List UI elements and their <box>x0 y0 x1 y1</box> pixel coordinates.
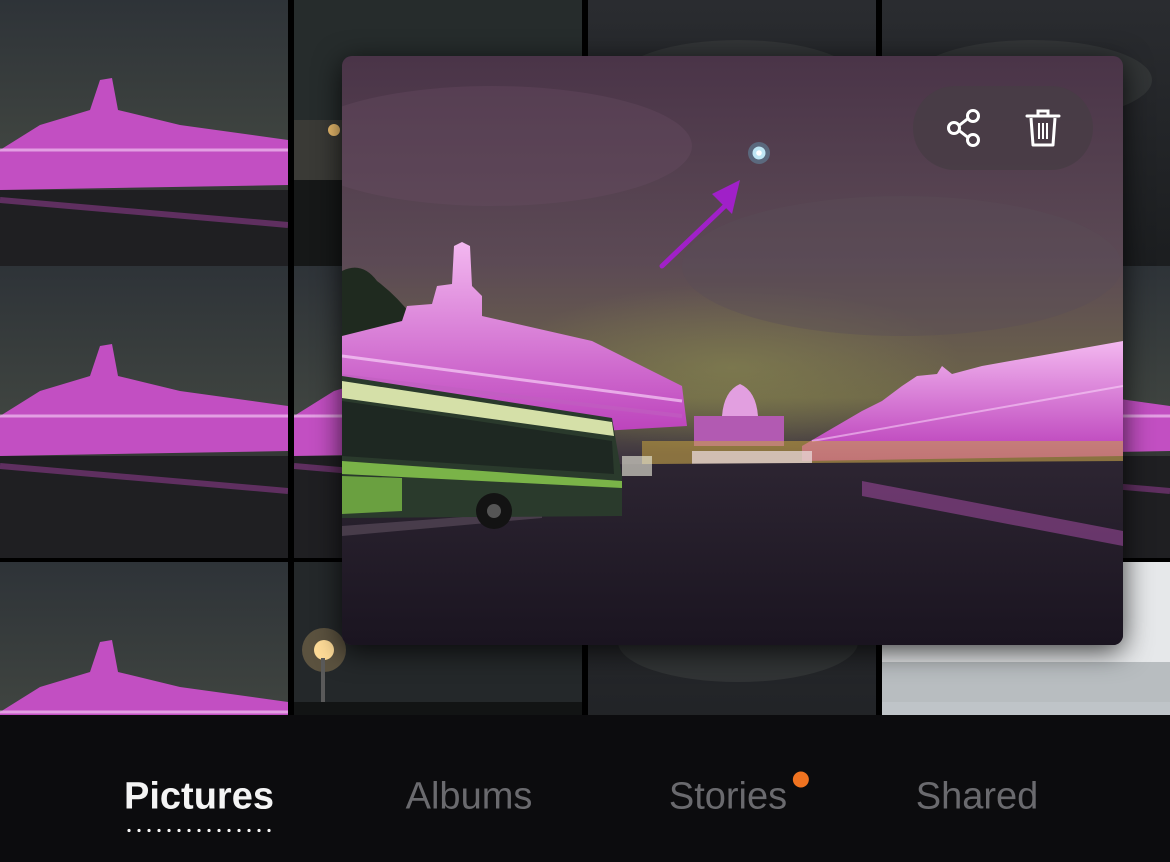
tab-label: Stories <box>668 775 788 818</box>
trash-icon <box>1025 109 1061 147</box>
photo-thumbnail-9[interactable] <box>0 562 288 715</box>
delete-button[interactable] <box>1021 106 1065 150</box>
tab-label: Shared <box>915 775 1039 818</box>
photo-thumbnail-5[interactable] <box>0 266 288 558</box>
active-tab-indicator <box>124 828 274 833</box>
thumbnail-image <box>0 0 288 292</box>
gallery-app: Pictures Albums Stories Shared <box>0 0 1170 862</box>
preview-actions <box>913 86 1093 170</box>
tab-stories[interactable]: Stories <box>668 771 810 819</box>
thumbnail-image <box>0 266 288 558</box>
tab-albums[interactable]: Albums <box>406 776 533 819</box>
tab-pictures[interactable]: Pictures <box>124 775 274 833</box>
share-icon <box>947 109 980 147</box>
notification-badge <box>793 771 810 788</box>
tab-label: Pictures <box>124 775 274 818</box>
thumbnail-image <box>0 562 288 715</box>
share-button[interactable] <box>943 106 987 150</box>
photo-preview-popup[interactable] <box>342 56 1123 645</box>
tab-shared[interactable]: Shared <box>916 776 1039 819</box>
photo-thumbnail-1[interactable] <box>0 0 288 292</box>
bottom-navigation: Pictures Albums Stories Shared <box>0 715 1170 862</box>
tab-label: Albums <box>405 775 533 818</box>
